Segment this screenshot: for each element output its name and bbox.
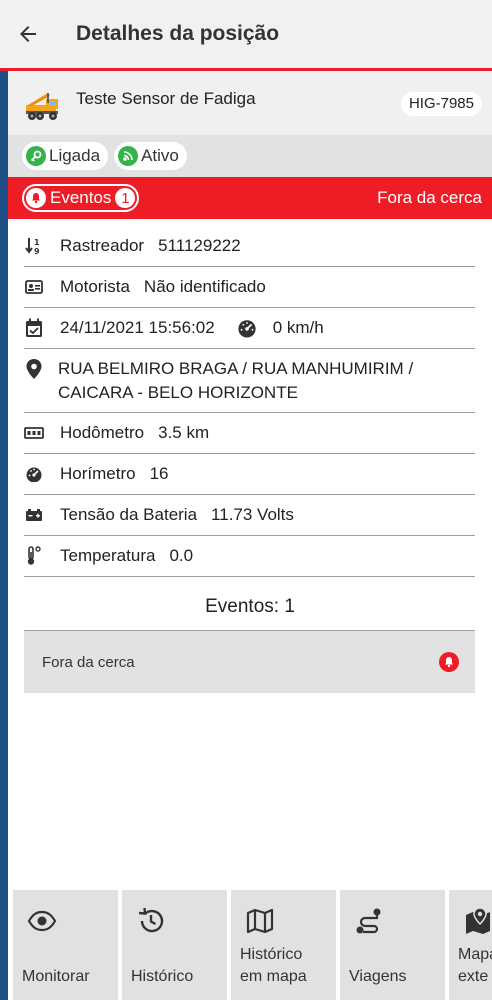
- odometer-row: Hodômetro 3.5 km: [24, 413, 475, 454]
- temperature-value: 0.0: [169, 546, 194, 565]
- odometer-icon: [24, 423, 44, 443]
- events-pill[interactable]: Eventos 1: [22, 184, 140, 212]
- tracker-label: Rastreador: [60, 236, 145, 255]
- driver-value: Não identificado: [143, 277, 266, 296]
- battery-value: 11.73 Volts: [211, 505, 294, 524]
- history-icon: [138, 907, 164, 933]
- hourmeter-value: 16: [149, 464, 169, 483]
- odometer-value: 3.5 km: [158, 423, 210, 442]
- fence-status: Fora da cerca: [377, 188, 482, 207]
- temperature-label: Temperatura: [60, 546, 156, 565]
- events-section-title: Eventos: 1: [205, 596, 295, 617]
- address-line-2: CAICARA - BELO HORIZONTE: [58, 383, 298, 402]
- calendar-icon: [24, 318, 44, 338]
- speedometer-icon: [237, 318, 257, 338]
- signal-label: Ativo: [141, 146, 179, 165]
- detail-list: 19 Rastreador 511129222 Motorista Não id…: [24, 226, 475, 577]
- driver-row: Motorista Não identificado: [24, 267, 475, 308]
- battery-label: Tensão da Bateria: [60, 505, 198, 524]
- ignition-chip: Ligada: [22, 142, 109, 170]
- map-icon: [246, 908, 274, 934]
- status-chips: Ligada Ativo: [8, 135, 492, 177]
- app-bar: Detalhes da posição: [0, 0, 492, 68]
- nav-label-monitorar: Monitorar: [22, 968, 90, 985]
- temperature-row: Temperatura 0.0: [24, 536, 475, 577]
- event-item[interactable]: Fora da cerca: [24, 631, 475, 693]
- bell-icon: [26, 188, 46, 208]
- odometer-label: Hodômetro: [60, 423, 145, 442]
- nav-label-mapa-2: exte: [458, 968, 489, 985]
- driver-label: Motorista: [60, 277, 130, 296]
- arrow-left-icon: [20, 26, 36, 42]
- location-pin-icon: [24, 359, 44, 379]
- vehicle-name: Teste Sensor de Fadiga: [76, 89, 256, 108]
- car-battery-icon: [24, 505, 44, 525]
- nav-mapa-externo[interactable]: Mapa exte: [449, 890, 492, 1000]
- route-icon: [356, 908, 381, 934]
- speed-value: 0 km/h: [272, 318, 324, 337]
- vehicle-row: Teste Sensor de Fadiga HIG-7985: [8, 71, 492, 135]
- battery-row: Tensão da Bateria 11.73 Volts: [24, 495, 475, 536]
- nav-label-historico-mapa-1: Histórico: [240, 946, 303, 963]
- thermometer-icon: [24, 546, 44, 566]
- address-line-1: RUA BELMIRO BRAGA / RUA MANHUMIRIM /: [58, 359, 414, 378]
- nav-historico-em-mapa[interactable]: Histórico em mapa: [231, 890, 336, 1000]
- nav-viagens[interactable]: Viagens: [340, 890, 445, 1000]
- map-pin-icon: [466, 907, 490, 934]
- bell-icon: [439, 652, 459, 672]
- side-stripe: [0, 71, 8, 1000]
- page-title: Detalhes da posição: [76, 22, 280, 45]
- screen: Detalhes da posição Teste Sensor de Fadi…: [0, 0, 492, 1000]
- nav-label-mapa-1: Mapa: [458, 946, 492, 963]
- tracker-value: 511129222: [158, 236, 241, 255]
- events-label: Eventos: [50, 188, 112, 207]
- id-card-icon: [24, 277, 44, 297]
- signal-icon: [118, 146, 139, 166]
- svg-text:9: 9: [34, 247, 40, 256]
- events-count-badge: 1: [115, 188, 136, 208]
- address-text: RUA BELMIRO BRAGA / RUA MANHUMIRIM / CAI…: [58, 357, 413, 405]
- crane-truck-icon: [26, 93, 58, 120]
- back-button[interactable]: [0, 0, 56, 68]
- hourmeter-row: Horímetro 16: [24, 454, 475, 495]
- plate-badge: HIG-7985: [400, 92, 482, 116]
- gauge-icon: [24, 464, 44, 484]
- nav-historico[interactable]: Histórico: [122, 890, 227, 1000]
- eye-icon: [27, 910, 57, 932]
- tracker-row: 19 Rastreador 511129222: [24, 226, 475, 267]
- ignition-label: Ligada: [49, 146, 101, 165]
- nav-label-viagens: Viagens: [349, 968, 407, 985]
- signal-chip: Ativo: [114, 142, 187, 170]
- hourmeter-label: Horímetro: [60, 464, 136, 483]
- svg-text:1: 1: [34, 238, 40, 247]
- nav-label-historico-mapa-2: em mapa: [240, 968, 307, 985]
- address-row: RUA BELMIRO BRAGA / RUA MANHUMIRIM / CAI…: [24, 349, 475, 413]
- event-label: Fora da cerca: [42, 653, 135, 671]
- sort-arrows-icon: 19: [24, 236, 44, 256]
- nav-monitorar[interactable]: Monitorar: [13, 890, 118, 1000]
- datetime-row: 24/11/2021 15:56:02 0 km/h: [24, 308, 475, 349]
- events-bar[interactable]: Eventos 1 Fora da cerca: [8, 177, 492, 219]
- key-icon: [26, 146, 46, 166]
- datetime-value: 24/11/2021 15:56:02: [60, 318, 215, 337]
- nav-label-historico: Histórico: [131, 968, 194, 985]
- bottom-nav: Monitorar Histórico Histórico em mapa Vi…: [8, 890, 492, 1000]
